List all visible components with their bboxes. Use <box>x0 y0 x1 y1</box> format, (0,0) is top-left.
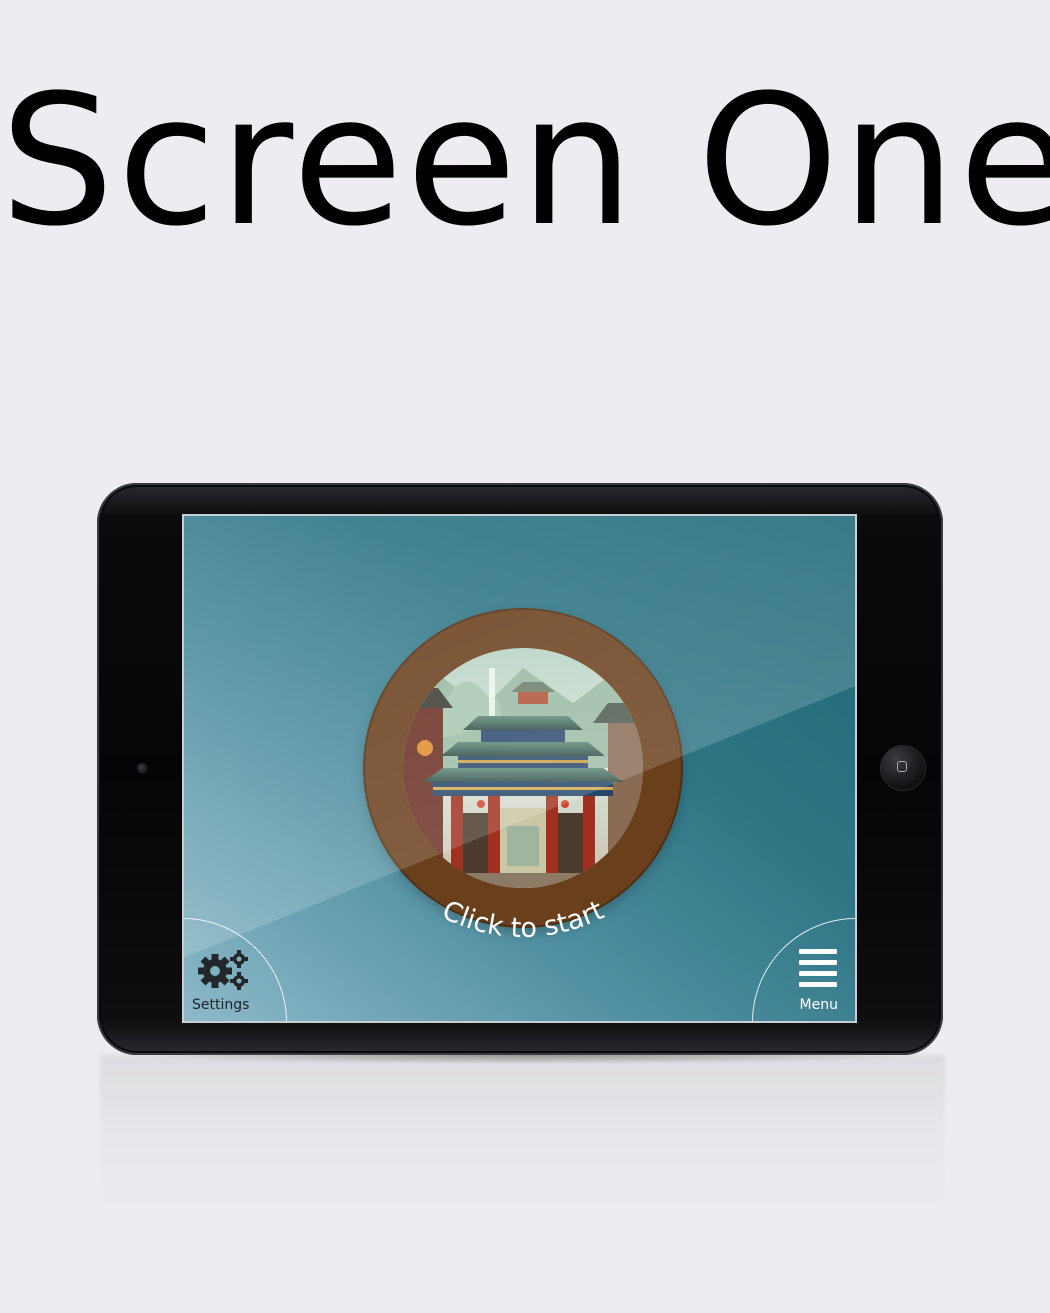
hamburger-icon <box>799 949 837 987</box>
settings-label: Settings <box>192 997 250 1013</box>
settings-button[interactable]: Settings <box>184 918 287 1021</box>
home-button[interactable] <box>881 746 925 790</box>
home-square-icon <box>897 761 907 772</box>
tablet-reflection <box>100 1055 945 1235</box>
menu-label: Menu <box>799 997 838 1013</box>
tablet-device: Click to start Settings Menu <box>97 483 943 1055</box>
click-to-start-label[interactable]: Click to start <box>413 895 633 976</box>
temple-illustration <box>403 648 643 888</box>
temple-image <box>403 648 643 888</box>
start-button[interactable] <box>365 610 681 926</box>
gear-icon <box>193 949 253 993</box>
page-title: Screen One <box>0 57 1050 266</box>
app-screen: Click to start Settings Menu <box>184 516 855 1021</box>
start-label-text: Click to start <box>437 895 608 944</box>
menu-button[interactable]: Menu <box>752 918 855 1021</box>
front-camera <box>137 763 148 774</box>
svg-text:Click to start: Click to start <box>437 895 608 944</box>
